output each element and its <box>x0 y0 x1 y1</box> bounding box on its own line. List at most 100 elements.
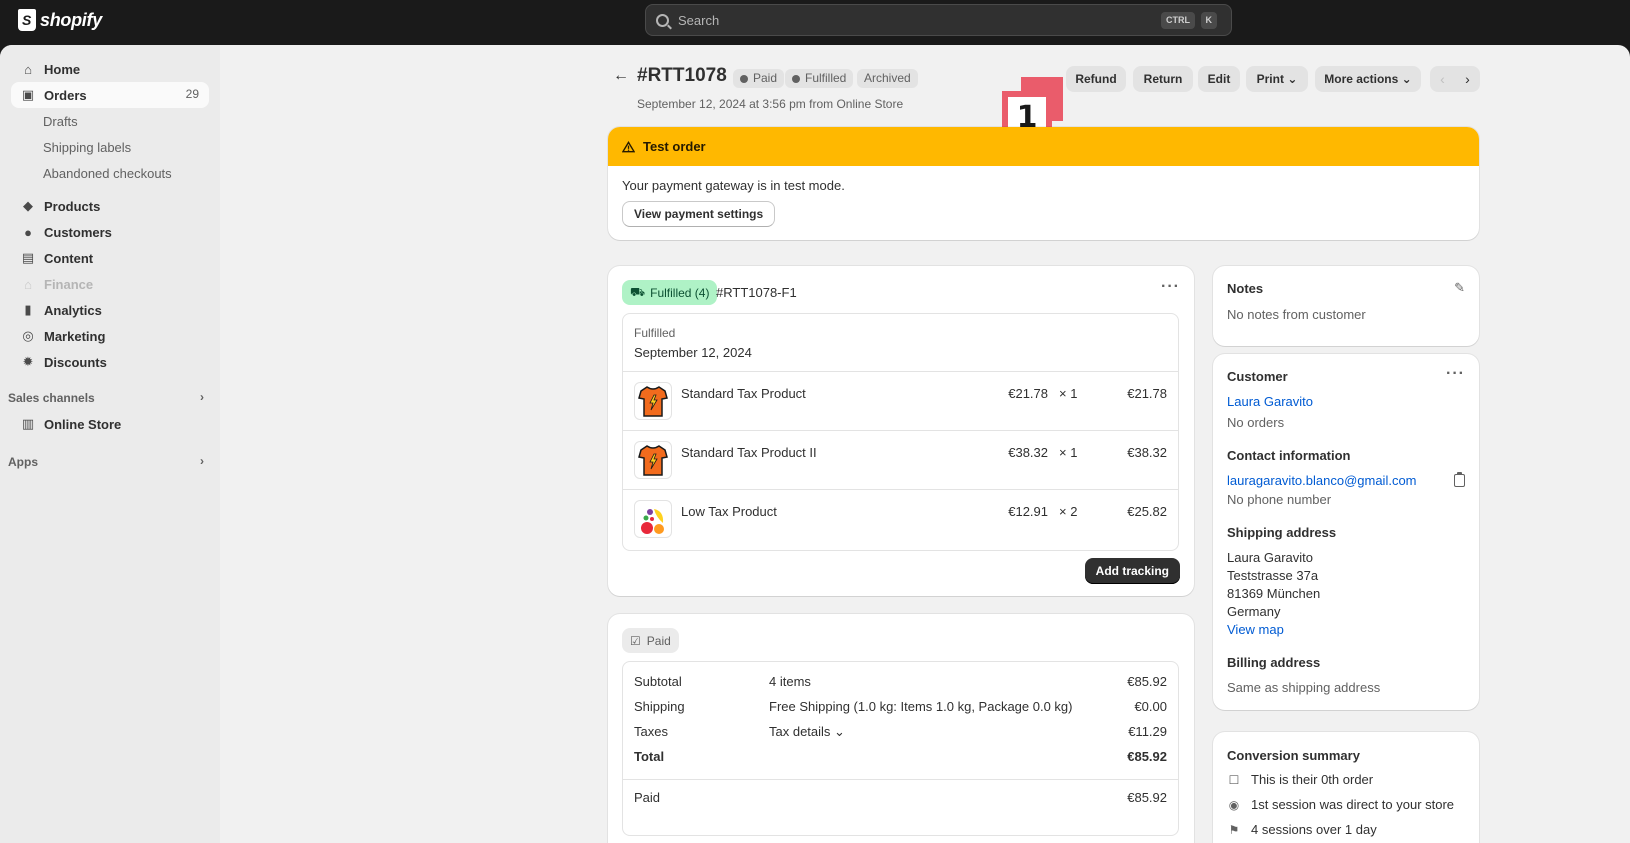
conversion-text: 1st session was direct to your store <box>1251 797 1455 812</box>
more-actions-button[interactable]: More actions ⌄ <box>1315 66 1421 92</box>
sidebar-item-online-store[interactable]: ▥ Online Store <box>11 411 209 437</box>
chevron-down-icon: ⌄ <box>1287 72 1298 86</box>
conversion-row: ⚑ 4 sessions over 1 day <box>1227 822 1377 837</box>
test-order-banner: Test order Your payment gateway is in te… <box>608 127 1479 240</box>
subtotal-row: Subtotal 4 items €85.92 <box>634 674 1167 694</box>
paid-row: Paid €85.92 <box>634 790 1167 810</box>
product-thumbnail[interactable] <box>634 382 672 420</box>
sidebar-item-label: Marketing <box>44 328 106 344</box>
sidebar-item-label: Online Store <box>44 416 122 432</box>
row-label: Total <box>634 749 665 764</box>
content-icon: ▤ <box>21 250 35 265</box>
view-payment-settings-button[interactable]: View payment settings <box>622 201 776 227</box>
person-icon: ● <box>24 224 32 240</box>
sidebar-item-customers[interactable]: ● Customers <box>11 219 209 245</box>
fulfillment-items: Fulfilled September 12, 2024 Standard Ta… <box>622 313 1179 551</box>
sidebar-item-home[interactable]: ⌂ Home <box>11 56 209 82</box>
truck-icon: ⛟ <box>630 284 646 299</box>
status-label: Fulfilled (4) <box>650 285 710 300</box>
more-options-icon[interactable]: ··· <box>1446 365 1465 383</box>
apps-heading[interactable]: Apps › <box>0 449 209 475</box>
next-order-icon[interactable]: › <box>1455 66 1480 92</box>
sidebar-item-shipping-labels[interactable]: Shipping labels <box>43 134 220 160</box>
back-arrow-icon[interactable]: ← <box>613 67 629 85</box>
sidebar-item-orders[interactable]: ▣ Orders 29 <box>11 82 209 108</box>
search-bar[interactable]: Search CTRL K <box>645 4 1232 36</box>
sidebar-item-label: Finance <box>44 276 94 292</box>
paid-badge: Paid <box>733 69 785 88</box>
row-label: Subtotal <box>634 674 682 689</box>
receipt-icon: ☑ <box>630 633 641 648</box>
more-options-icon[interactable]: ··· <box>1161 278 1180 296</box>
print-button[interactable]: Print ⌄ <box>1246 66 1308 92</box>
fulfillment-card: ⛟ Fulfilled (4) #RTT1078-F1 ··· Fulfille… <box>608 266 1194 596</box>
store-icon: ▥ <box>21 416 35 431</box>
sidebar-item-products[interactable]: ◆ Products <box>11 193 209 219</box>
quantity: × 1 <box>1059 386 1078 401</box>
line-item: Standard Tax Product II €38.32 × 1 €38.3… <box>623 431 1178 490</box>
chevron-down-icon: ⌄ <box>1401 72 1412 86</box>
sidebar-item-discounts[interactable]: ✹ Discounts <box>11 349 209 375</box>
sales-channels-heading[interactable]: Sales channels › <box>0 385 209 411</box>
row-detail: Free Shipping (1.0 kg: Items 1.0 kg, Pac… <box>769 699 1073 714</box>
page-title: #RTT1078 <box>637 65 727 86</box>
row-value: €0.00 <box>1134 699 1167 714</box>
admin-frame: ⌂ Home ▣ Orders 29 Drafts Shipping label… <box>0 45 1630 843</box>
fruit-icon <box>641 509 664 534</box>
edit-button[interactable]: Edit <box>1198 66 1240 92</box>
sidebar-item-label: Orders <box>44 87 87 103</box>
sidebar: ⌂ Home ▣ Orders 29 Drafts Shipping label… <box>0 45 220 843</box>
home-icon: ⌂ <box>24 61 32 77</box>
conversion-title: Conversion summary <box>1227 748 1360 763</box>
shopify-bag-icon <box>18 9 36 31</box>
add-tracking-button[interactable]: Add tracking <box>1084 558 1180 584</box>
previous-order-icon[interactable]: ‹ <box>1430 66 1455 92</box>
line-total: €25.82 <box>1127 504 1167 519</box>
fulfillment-header: Fulfilled September 12, 2024 <box>623 314 1178 372</box>
payment-summary: Subtotal 4 items €85.92 Shipping Free Sh… <box>622 661 1179 836</box>
product-thumbnail[interactable] <box>634 441 672 479</box>
copy-icon[interactable] <box>1454 472 1465 487</box>
conversion-summary-card: Conversion summary ☐ This is their 0th o… <box>1213 732 1479 843</box>
warning-icon <box>622 140 635 152</box>
billing-address-title: Billing address <box>1227 655 1321 670</box>
notes-title: Notes <box>1227 281 1264 296</box>
bar-chart-icon: ▮ <box>24 302 32 317</box>
fulfillment-label: Fulfilled <box>634 326 676 340</box>
search-placeholder: Search <box>678 12 720 28</box>
sidebar-item-label: Discounts <box>44 354 107 370</box>
conversion-text: 4 sessions over 1 day <box>1251 822 1377 837</box>
taxes-row: Taxes Tax details ⌄ €11.29 <box>634 724 1167 744</box>
view-map-link[interactable]: View map <box>1227 622 1284 637</box>
customer-email-link[interactable]: lauragaravito.blanco@gmail.com <box>1227 473 1417 488</box>
line-total: €21.78 <box>1127 386 1167 401</box>
shipping-address-title: Shipping address <box>1227 525 1337 540</box>
address-line: Laura Garavito <box>1227 550 1313 565</box>
product-name[interactable]: Standard Tax Product <box>681 386 806 401</box>
sidebar-item-analytics[interactable]: ▮ Analytics <box>11 297 209 323</box>
shopify-logo[interactable]: shopify <box>18 9 102 31</box>
product-name[interactable]: Standard Tax Product II <box>681 445 817 460</box>
chevron-right-icon: › <box>200 454 204 468</box>
tax-details-toggle[interactable]: Tax details ⌄ <box>769 724 845 740</box>
address-line: Teststrasse 37a <box>1227 568 1319 583</box>
print-label: Print <box>1256 72 1284 86</box>
banner-message: Your payment gateway is in test mode. <box>622 178 845 193</box>
fulfillment-id: #RTT1078-F1 <box>716 285 797 300</box>
refund-button[interactable]: Refund <box>1066 66 1126 92</box>
pencil-icon[interactable]: ✎ <box>1454 280 1465 296</box>
sidebar-item-drafts[interactable]: Drafts <box>43 108 220 134</box>
sidebar-item-marketing[interactable]: ◎ Marketing <box>11 323 209 349</box>
orange-shirt-icon <box>638 445 668 476</box>
sidebar-item-content[interactable]: ▤ Content <box>11 245 209 271</box>
product-name[interactable]: Low Tax Product <box>681 504 777 519</box>
row-value: €85.92 <box>1127 674 1167 689</box>
contact-title: Contact information <box>1227 448 1351 463</box>
notes-card: Notes ✎ No notes from customer <box>1213 266 1479 346</box>
return-button[interactable]: Return <box>1133 66 1193 92</box>
orders-count-badge: 29 <box>185 87 199 101</box>
customer-name-link[interactable]: Laura Garavito <box>1227 394 1313 409</box>
sidebar-item-abandoned-checkouts[interactable]: Abandoned checkouts <box>43 160 220 186</box>
main-content: ← #RTT1078 Paid Fulfilled Archived Septe… <box>220 45 1630 843</box>
product-thumbnail[interactable] <box>634 500 672 538</box>
